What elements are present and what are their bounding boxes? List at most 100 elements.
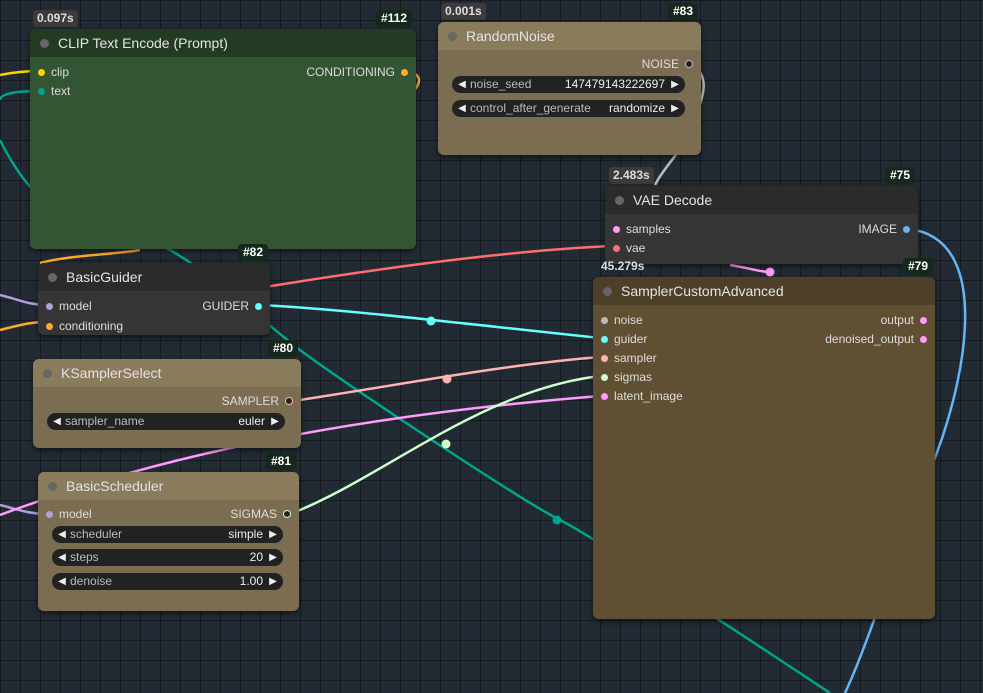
collapse-dot-icon[interactable]: [603, 287, 612, 296]
decrement-arrow-icon[interactable]: ◀: [50, 413, 64, 430]
node-id-badge: #82: [238, 244, 269, 261]
slot-dot-icon: [613, 226, 620, 233]
node-id-badge: #80: [268, 340, 299, 357]
collapse-dot-icon[interactable]: [48, 482, 57, 491]
node-title: KSamplerSelect: [61, 365, 162, 381]
widget-control-after-generate[interactable]: ◀ control_after_generate randomize ▶: [452, 100, 685, 117]
widget-value[interactable]: 1.00: [240, 573, 263, 590]
collapse-dot-icon[interactable]: [448, 32, 457, 41]
input-slot-sigmas[interactable]: sigmas: [601, 370, 652, 384]
slot-dot-icon: [685, 60, 693, 68]
widget-scheduler[interactable]: ◀ scheduler simple ▶: [52, 526, 283, 543]
input-slot-latent-image[interactable]: latent_image: [601, 389, 683, 403]
output-slot-sampler[interactable]: SAMPLER: [222, 394, 293, 408]
increment-arrow-icon[interactable]: ▶: [266, 549, 280, 566]
slot-dot-icon: [38, 88, 45, 95]
output-slot-denoised-output[interactable]: denoised_output: [825, 332, 927, 346]
collapse-dot-icon[interactable]: [40, 39, 49, 48]
node-basic-guider[interactable]: BasicGuider model conditioning GUIDER: [38, 263, 270, 335]
input-slot-guider[interactable]: guider: [601, 332, 647, 346]
node-ksampler-select[interactable]: KSamplerSelect SAMPLER ◀ sampler_name eu…: [33, 359, 301, 448]
node-header[interactable]: RandomNoise: [438, 22, 701, 50]
increment-arrow-icon[interactable]: ▶: [668, 76, 682, 93]
slot-label: model: [59, 507, 92, 521]
slot-dot-icon: [46, 303, 53, 310]
slot-label: SIGMAS: [230, 507, 277, 521]
widget-value[interactable]: randomize: [609, 100, 665, 117]
node-id-badge: #81: [266, 453, 297, 470]
collapse-dot-icon[interactable]: [615, 196, 624, 205]
input-slot-text[interactable]: text: [38, 84, 70, 98]
widget-value[interactable]: 147479143222697: [565, 76, 665, 93]
input-slot-noise[interactable]: noise: [601, 313, 643, 327]
collapse-dot-icon[interactable]: [43, 369, 52, 378]
slot-dot-icon: [46, 511, 53, 518]
execution-time-badge: 0.001s: [441, 3, 486, 20]
output-slot-noise[interactable]: NOISE: [642, 57, 693, 71]
slot-label: output: [880, 313, 914, 327]
output-slot-sigmas[interactable]: SIGMAS: [230, 507, 291, 521]
output-slot-image[interactable]: IMAGE: [858, 222, 910, 236]
node-sampler-custom-advanced[interactable]: SamplerCustomAdvanced noise guider sampl…: [593, 277, 935, 619]
widget-steps[interactable]: ◀ steps 20 ▶: [52, 549, 283, 566]
output-slot-conditioning[interactable]: CONDITIONING: [306, 65, 408, 79]
decrement-arrow-icon[interactable]: ◀: [55, 573, 69, 590]
increment-arrow-icon[interactable]: ▶: [268, 413, 282, 430]
node-basic-scheduler[interactable]: BasicScheduler model SIGMAS ◀ scheduler …: [38, 472, 299, 611]
increment-arrow-icon[interactable]: ▶: [668, 100, 682, 117]
slot-dot-icon: [920, 317, 927, 324]
input-slot-vae[interactable]: vae: [613, 241, 645, 255]
node-title: SamplerCustomAdvanced: [621, 283, 784, 299]
link-vae: [264, 244, 613, 289]
widget-noise-seed[interactable]: ◀ noise_seed 147479143222697 ▶: [452, 76, 685, 93]
increment-arrow-icon[interactable]: ▶: [266, 526, 280, 543]
increment-arrow-icon[interactable]: ▶: [266, 573, 280, 590]
link-text-midpoint: [552, 515, 562, 525]
decrement-arrow-icon[interactable]: ◀: [455, 100, 469, 117]
collapse-dot-icon[interactable]: [48, 273, 57, 282]
node-clip-text-encode[interactable]: CLIP Text Encode (Prompt) clip text COND…: [30, 29, 416, 249]
widget-denoise[interactable]: ◀ denoise 1.00 ▶: [52, 573, 283, 590]
node-header[interactable]: BasicScheduler: [38, 472, 299, 500]
widget-label: scheduler: [70, 527, 123, 541]
slot-dot-icon: [613, 245, 620, 252]
slot-dot-icon: [285, 397, 293, 405]
slot-dot-icon: [903, 226, 910, 233]
decrement-arrow-icon[interactable]: ◀: [455, 76, 469, 93]
output-slot-guider[interactable]: GUIDER: [202, 299, 262, 313]
input-slot-sampler[interactable]: sampler: [601, 351, 657, 365]
node-title: CLIP Text Encode (Prompt): [58, 35, 228, 51]
widget-label: control_after_generate: [470, 101, 591, 115]
node-header[interactable]: BasicGuider: [38, 263, 270, 291]
input-slot-conditioning[interactable]: conditioning: [46, 319, 123, 333]
input-slot-clip[interactable]: clip: [38, 65, 69, 79]
node-header[interactable]: CLIP Text Encode (Prompt): [30, 29, 416, 57]
input-slot-model[interactable]: model: [46, 507, 92, 521]
input-slot-model[interactable]: model: [46, 299, 92, 313]
slot-dot-icon: [601, 393, 608, 400]
output-slot-output[interactable]: output: [881, 313, 927, 327]
node-vae-decode[interactable]: VAE Decode samples vae IMAGE: [605, 186, 918, 264]
node-title: VAE Decode: [633, 192, 713, 208]
widget-value[interactable]: 20: [250, 549, 263, 566]
decrement-arrow-icon[interactable]: ◀: [55, 526, 69, 543]
node-id-badge: #79: [903, 258, 934, 275]
slot-dot-icon: [601, 355, 608, 362]
node-title: RandomNoise: [466, 28, 555, 44]
slot-label: sigmas: [614, 370, 653, 384]
input-slot-samples[interactable]: samples: [613, 222, 671, 236]
widget-value[interactable]: simple: [228, 526, 263, 543]
node-header[interactable]: KSamplerSelect: [33, 359, 301, 387]
widget-value[interactable]: euler: [238, 413, 265, 430]
slot-label: conditioning: [59, 319, 124, 333]
slot-dot-icon: [255, 303, 262, 310]
widget-sampler-name[interactable]: ◀ sampler_name euler ▶: [47, 413, 285, 430]
decrement-arrow-icon[interactable]: ◀: [55, 549, 69, 566]
node-id-badge: #112: [376, 10, 413, 27]
node-header[interactable]: VAE Decode: [605, 186, 918, 214]
slot-dot-icon: [601, 317, 608, 324]
node-random-noise[interactable]: RandomNoise NOISE ◀ noise_seed 147479143…: [438, 22, 701, 155]
slot-dot-icon: [283, 510, 291, 518]
slot-label: samples: [626, 222, 671, 236]
node-header[interactable]: SamplerCustomAdvanced: [593, 277, 935, 305]
